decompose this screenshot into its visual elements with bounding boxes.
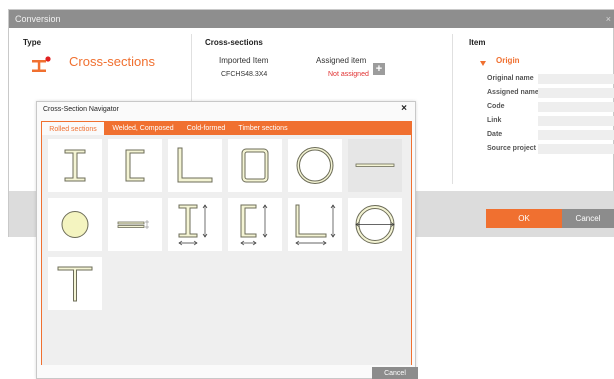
property-value [538, 74, 614, 84]
origin-group-label[interactable]: Origin [496, 56, 520, 65]
circular-hollow-dimensioned-icon [355, 205, 395, 244]
tab-timber-sections[interactable]: Timber sections [233, 121, 293, 135]
add-assignment-button[interactable]: + [373, 63, 385, 75]
i-section-icon [64, 149, 86, 182]
property-value [538, 130, 614, 140]
tile-rectangular-hollow-section[interactable] [228, 139, 282, 192]
window-title: Conversion [15, 14, 61, 24]
type-label: Cross-sections [69, 54, 155, 69]
tile-angle-section-dimensioned[interactable] [288, 198, 342, 251]
navigator-title: Cross-Section Navigator [43, 106, 119, 113]
screen: Conversion × Type Cross-sections Cross-s… [0, 0, 614, 379]
angle-section-icon [177, 147, 213, 183]
tab-rolled-sections[interactable]: Rolled sections [41, 121, 105, 135]
property-value [538, 102, 614, 112]
tile-circular-hollow-section[interactable] [288, 139, 342, 192]
section-tile-grid [41, 135, 412, 365]
property-label: Link [487, 117, 502, 124]
property-label: Date [487, 131, 503, 138]
tile-double-flat-bar[interactable] [108, 198, 162, 251]
channel-section-dimensioned-icon [240, 204, 268, 246]
i-beam-icon [32, 56, 51, 72]
property-value [538, 116, 614, 126]
property-label: Original name [487, 75, 534, 82]
tab-cold-formed[interactable]: Cold-formed [181, 121, 231, 135]
property-label: Code [487, 103, 505, 110]
tile-i-section[interactable] [48, 139, 102, 192]
tile-i-section-dimensioned[interactable] [168, 198, 222, 251]
window-close-icon[interactable]: × [606, 10, 611, 28]
navigator-close-icon[interactable]: × [401, 103, 407, 114]
flat-bar-icon [355, 163, 395, 167]
property-value [538, 144, 614, 154]
double-flat-bar-icon [117, 220, 149, 229]
t-section-icon [57, 266, 93, 302]
angle-section-dimensioned-icon [295, 204, 336, 246]
type-heading: Type [23, 38, 42, 47]
property-label: Source project [487, 145, 537, 152]
tile-flat-bar[interactable] [348, 139, 402, 192]
assigned-item-value[interactable]: Not assigned [328, 71, 369, 78]
imported-item-column: Imported Item [219, 56, 269, 65]
item-heading: Item [469, 38, 486, 47]
i-section-dimensioned-icon [178, 204, 208, 246]
tile-angle-section[interactable] [168, 139, 222, 192]
tile-circular-hollow-dimensioned[interactable] [348, 198, 402, 251]
section-tabs: Rolled sections Welded, Composed Cold-fo… [41, 121, 412, 135]
cross-sections-heading: Cross-sections [205, 38, 263, 47]
channel-section-icon [125, 149, 145, 182]
assigned-item-column: Assigned item [316, 56, 367, 65]
tile-t-section[interactable] [48, 257, 102, 310]
property-value [538, 88, 614, 98]
window-title-bar: Conversion [9, 10, 614, 28]
navigator-cancel-button[interactable]: Cancel [372, 367, 418, 379]
cross-section-navigator-dialog: Cross-Section Navigator × Rolled section… [36, 101, 418, 379]
divider [452, 34, 453, 184]
tab-welded-composed[interactable]: Welded, Composed [107, 121, 179, 135]
ok-button[interactable]: OK [486, 209, 562, 228]
circular-hollow-section-icon [296, 147, 334, 184]
cancel-button[interactable]: Cancel [562, 209, 614, 228]
tile-round-bar[interactable] [48, 198, 102, 251]
property-label: Assigned name [487, 89, 539, 96]
tile-channel-section-dimensioned[interactable] [228, 198, 282, 251]
imported-item-value: CFCHS48.3X4 [221, 71, 268, 78]
collapse-arrow-icon[interactable] [480, 61, 486, 66]
round-bar-icon [61, 211, 89, 238]
rectangular-hollow-section-icon [241, 148, 269, 183]
tile-channel-section[interactable] [108, 139, 162, 192]
